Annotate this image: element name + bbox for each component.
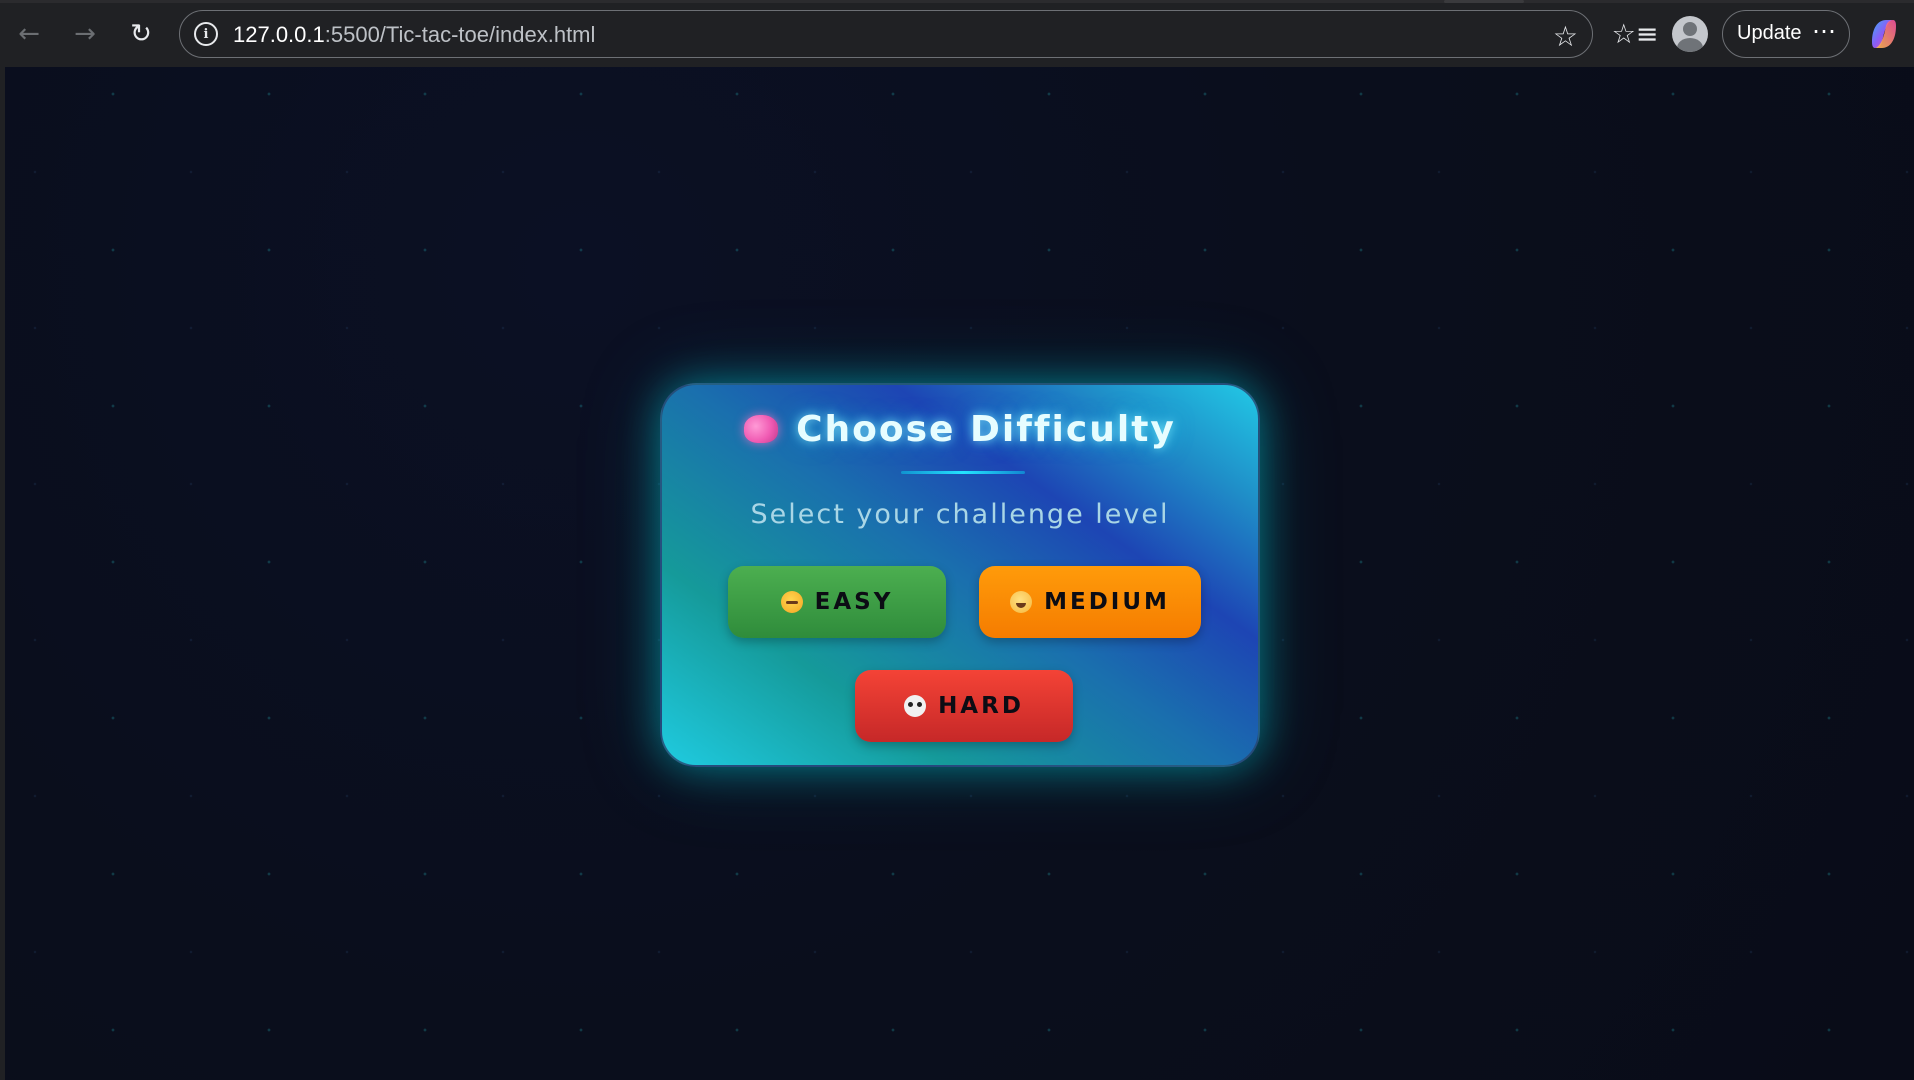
address-bar[interactable]: i 127.0.0.1:5500/Tic-tac-toe/index.html … [179, 10, 1593, 58]
card-title: Choose Difficulty [662, 409, 1258, 450]
update-button[interactable]: Update ⋯ [1722, 10, 1850, 58]
bookmark-star-icon[interactable]: ☆ [1553, 20, 1578, 53]
reload-button[interactable]: ↻ [121, 14, 161, 54]
url-path: :5500/Tic-tac-toe/index.html [324, 22, 596, 47]
url-host: 127.0.0.1 [233, 22, 325, 47]
smiling-face-icon [1010, 591, 1033, 613]
back-button[interactable]: ← [9, 14, 49, 54]
sleepy-face-icon [780, 591, 803, 613]
site-info-icon[interactable]: i [194, 22, 218, 46]
tab-strip [0, 0, 1914, 3]
medium-label: MEDIUM [1044, 589, 1170, 615]
hard-label: HARD [938, 693, 1024, 719]
reload-icon: ↻ [130, 19, 152, 49]
hard-button[interactable]: HARD [855, 670, 1073, 742]
tab-indicator [1444, 0, 1524, 3]
brain-icon [744, 415, 779, 443]
page-viewport: Choose Difficulty Select your challenge … [5, 67, 1914, 1080]
card-title-text: Choose Difficulty [796, 409, 1176, 450]
easy-label: EASY [814, 589, 894, 615]
forward-button[interactable]: → [65, 14, 105, 54]
browser-toolbar: ← → ↻ i 127.0.0.1:5500/Tic-tac-toe/index… [0, 0, 1914, 66]
skull-icon [904, 695, 927, 717]
url-text[interactable]: 127.0.0.1:5500/Tic-tac-toe/index.html [233, 22, 595, 48]
easy-button[interactable]: EASY [728, 566, 946, 638]
update-label: Update [1737, 22, 1802, 44]
profile-avatar[interactable] [1672, 16, 1708, 52]
more-menu-icon[interactable]: ⋯ [1812, 17, 1837, 46]
copilot-icon[interactable] [1866, 16, 1902, 52]
title-divider [901, 471, 1025, 474]
favorites-icon[interactable]: ☆≡ [1612, 14, 1659, 54]
medium-button[interactable]: MEDIUM [979, 566, 1201, 638]
arrow-right-icon: → [74, 19, 96, 49]
arrow-left-icon: ← [18, 19, 40, 49]
difficulty-card: Choose Difficulty Select your challenge … [660, 383, 1260, 767]
card-subtitle: Select your challenge level [750, 499, 1170, 530]
